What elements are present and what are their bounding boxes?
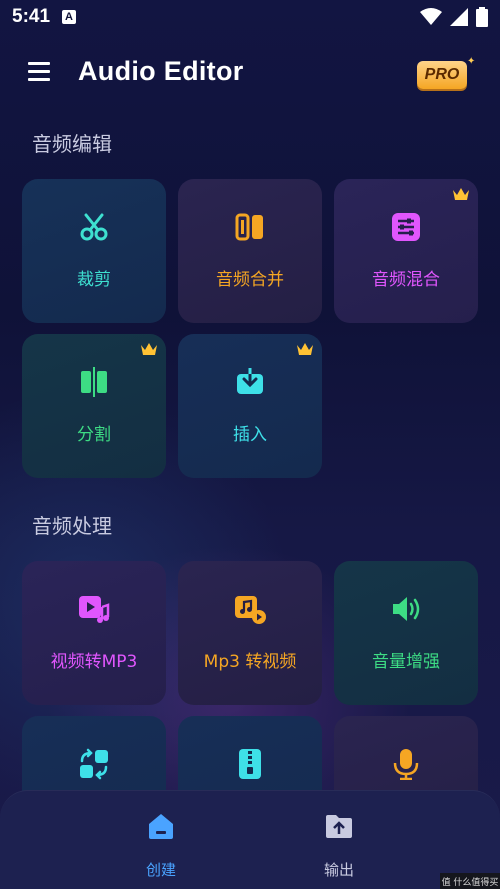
nav-label: 创建: [145, 861, 176, 879]
card-volume-boost[interactable]: 音量增强: [334, 561, 478, 705]
card-label: 音频合并: [216, 270, 284, 290]
app-bar: Audio Editor PRO ✦: [0, 44, 500, 100]
app-title: Audio Editor: [78, 56, 244, 86]
card-split[interactable]: 分割: [22, 334, 166, 478]
nav-item-create[interactable]: 创建: [121, 811, 201, 880]
wifi-icon: [420, 8, 442, 25]
status-time: 5:41: [12, 6, 51, 27]
video-music-icon: [79, 596, 110, 623]
notification-badge: A: [62, 10, 77, 24]
card-label: 音量增强: [372, 652, 440, 672]
crown-icon: [297, 343, 313, 355]
sparkle-icon: ✦: [467, 56, 476, 67]
convert-icon: [80, 748, 108, 780]
battery-icon: [476, 7, 488, 27]
section-title-process: 音频处理: [32, 514, 112, 538]
microphone-icon: [393, 749, 419, 780]
card-label: 音频混合: [372, 270, 440, 290]
sliders-icon: [392, 213, 420, 241]
pro-badge[interactable]: PRO: [417, 61, 467, 89]
card-mp3-to-video[interactable]: Mp3 转视频: [178, 561, 322, 705]
nav-item-output[interactable]: 输出: [299, 811, 379, 880]
card-video-to-mp3[interactable]: 视频转MP3: [22, 561, 166, 705]
card-merge[interactable]: 音频合并: [178, 179, 322, 323]
card-label: 裁剪: [77, 270, 111, 290]
menu-icon[interactable]: [28, 62, 50, 82]
merge-icon: [235, 213, 263, 241]
section-title-edit: 音频编辑: [32, 132, 112, 156]
split-icon: [81, 367, 107, 397]
home-icon: [149, 814, 173, 839]
card-mix[interactable]: 音频混合: [334, 179, 478, 323]
card-label: 分割: [77, 425, 111, 445]
volume-icon: [393, 597, 420, 621]
crown-icon: [141, 343, 157, 355]
music-video-icon: [235, 596, 266, 624]
folder-upload-icon: [326, 815, 352, 838]
insert-icon: [237, 367, 263, 394]
nav-label: 输出: [323, 861, 354, 879]
card-label: 视频转MP3: [50, 652, 138, 672]
card-label: Mp3 转视频: [203, 652, 297, 672]
card-insert[interactable]: 插入: [178, 334, 322, 478]
crown-icon: [453, 188, 469, 200]
card-label: 插入: [233, 425, 267, 445]
scissors-icon: [80, 213, 108, 241]
status-icons: [420, 7, 488, 27]
status-bar: 5:41 A: [0, 0, 500, 34]
bottom-nav: 创建 输出: [0, 790, 500, 889]
zip-icon: [239, 749, 261, 779]
card-trim[interactable]: 裁剪: [22, 179, 166, 323]
watermark: 值 什么值得买: [440, 873, 500, 889]
signal-icon: [450, 8, 468, 26]
